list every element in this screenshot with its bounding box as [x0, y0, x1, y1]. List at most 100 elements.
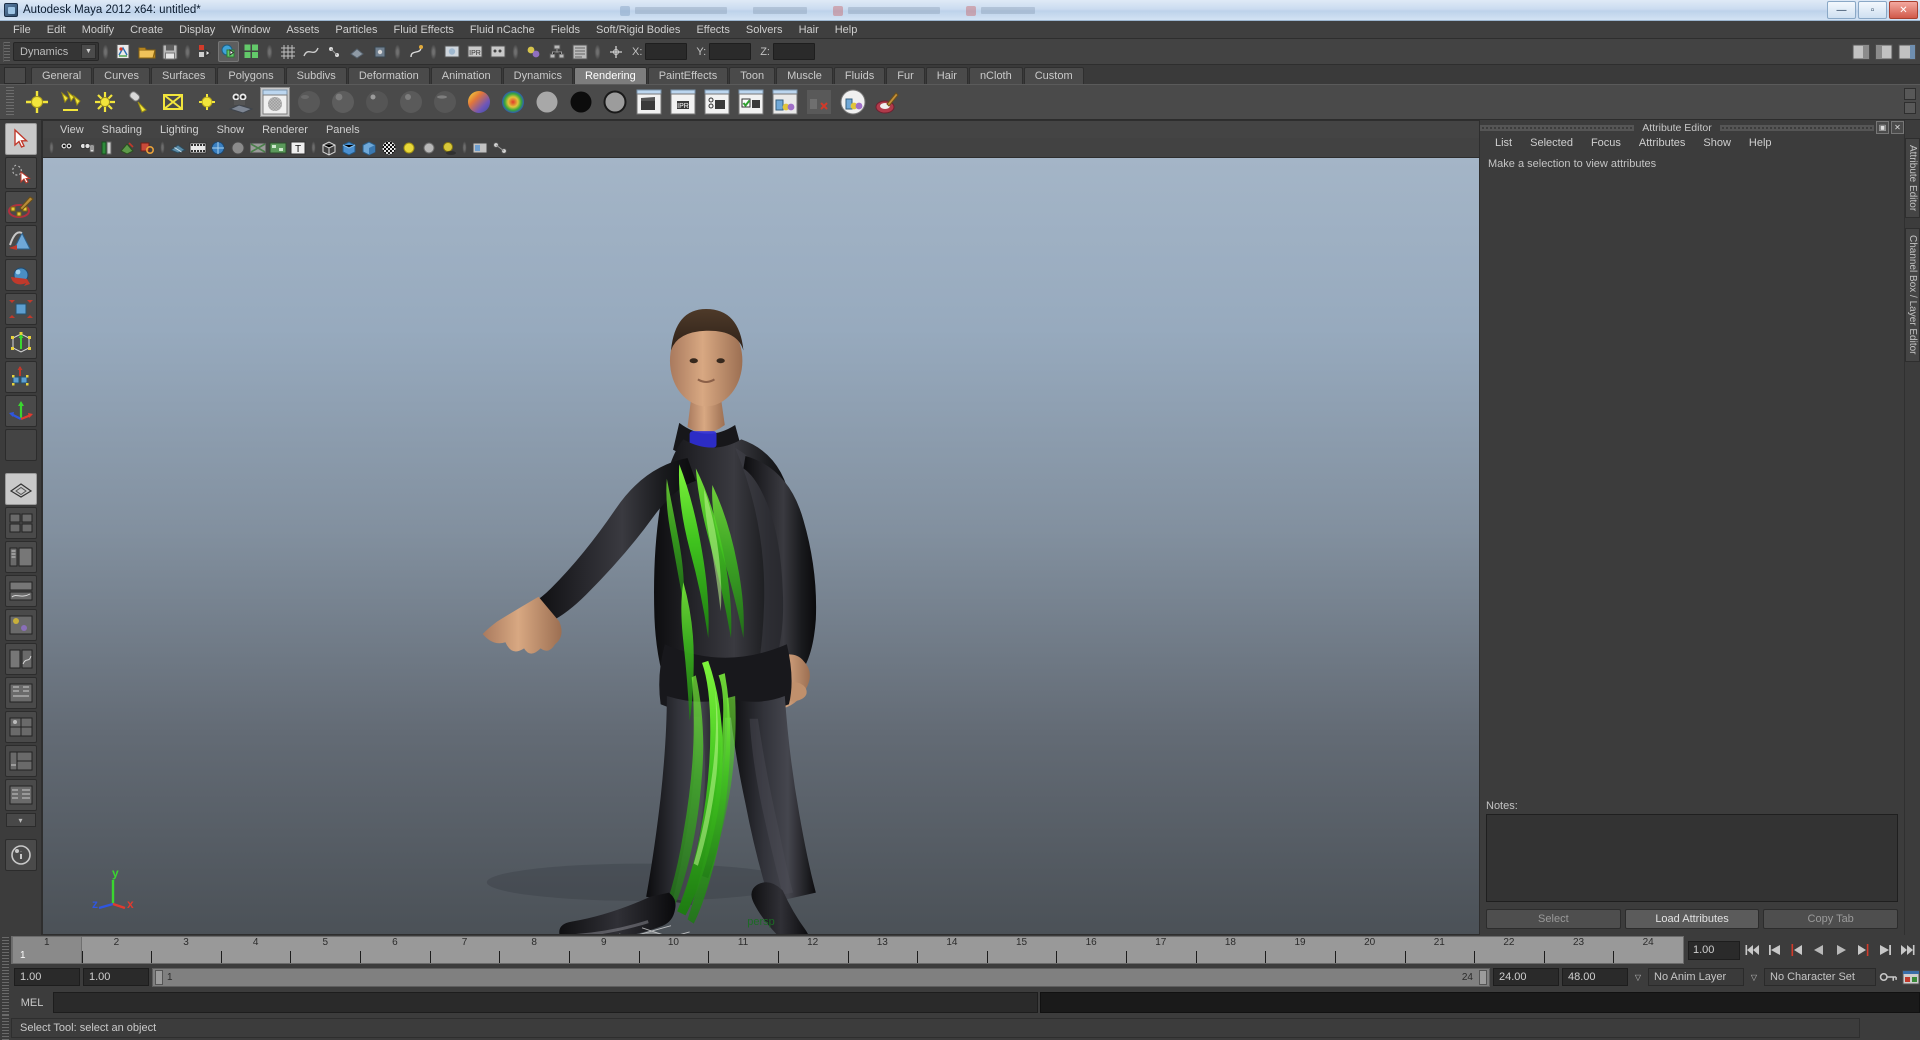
shadows-icon[interactable]	[440, 139, 458, 156]
shading-map-icon[interactable]	[600, 87, 630, 117]
attribute-editor-menu-selected[interactable]: Selected	[1521, 135, 1582, 152]
playback-start-time-field[interactable]: 1.00	[83, 968, 149, 986]
snap-point-icon[interactable]	[323, 41, 344, 62]
blinn-material-icon[interactable]	[328, 87, 358, 117]
step-back-frame-icon[interactable]	[1787, 941, 1806, 960]
snap-live-icon[interactable]	[369, 41, 390, 62]
render-layers-icon[interactable]	[770, 87, 800, 117]
shelf-scroll-down-icon[interactable]	[1904, 102, 1916, 114]
notes-textarea[interactable]	[1486, 814, 1898, 902]
menu-item-file[interactable]: File	[5, 21, 39, 39]
menu-set-selector[interactable]: Dynamics ▼	[13, 42, 99, 61]
minimize-button[interactable]: —	[1827, 1, 1856, 19]
animation-start-time-field[interactable]: 1.00	[14, 968, 80, 986]
outliner-persp-layout[interactable]	[4, 541, 37, 573]
go-to-start-icon[interactable]	[1743, 941, 1762, 960]
menu-item-effects[interactable]: Effects	[688, 21, 737, 39]
chevron-down-icon[interactable]: ▼	[81, 44, 96, 59]
rotate-tool[interactable]	[4, 259, 37, 291]
phongE-material-icon[interactable]	[396, 87, 426, 117]
coord-x-field[interactable]	[645, 43, 688, 60]
shelf-tab-general[interactable]: General	[31, 67, 93, 84]
attribute-editor-menu-focus[interactable]: Focus	[1582, 135, 1630, 152]
shelf-tab-ncloth[interactable]: nCloth	[968, 67, 1023, 84]
ipr-batch-render-icon[interactable]: IPR	[668, 87, 698, 117]
shelf-tab-polygons[interactable]: Polygons	[217, 67, 285, 84]
resolution-gate-icon[interactable]	[209, 139, 227, 156]
ambient-light-icon[interactable]	[192, 87, 222, 117]
use-default-light-icon[interactable]	[400, 139, 418, 156]
shelf-tab-custom[interactable]: Custom	[1023, 67, 1084, 84]
smooth-shade-all-icon[interactable]	[340, 139, 358, 156]
move-tool[interactable]	[4, 395, 37, 427]
text-toggle-icon[interactable]: T	[289, 139, 307, 156]
directional-light-icon[interactable]	[56, 87, 86, 117]
viewport-menu-show[interactable]: Show	[208, 121, 254, 139]
range-slider[interactable]: 1 24	[152, 967, 1490, 987]
attribute-editor-menu-list[interactable]: List	[1486, 135, 1521, 152]
select-by-object-icon[interactable]	[218, 41, 239, 62]
new-scene-icon[interactable]	[113, 41, 134, 62]
snap-grid-icon[interactable]	[277, 41, 298, 62]
render-settings-icon[interactable]	[487, 41, 508, 62]
isolate-select-icon[interactable]	[471, 139, 489, 156]
help-line-grip[interactable]	[2, 1015, 9, 1040]
command-language-label[interactable]: MEL	[11, 997, 53, 1009]
ramp-shader-icon[interactable]	[464, 87, 494, 117]
range-slider-left-handle[interactable]	[155, 969, 163, 985]
statusline-grip[interactable]	[3, 41, 10, 62]
step-back-keyframe-icon[interactable]	[1765, 941, 1784, 960]
grid-toggle-icon[interactable]	[169, 139, 187, 156]
render-current-frame-icon[interactable]	[441, 41, 462, 62]
attribute-editor-menu-attributes[interactable]: Attributes	[1630, 135, 1694, 152]
batch-render-icon[interactable]	[634, 87, 664, 117]
snap-curve-icon[interactable]	[300, 41, 321, 62]
area-light-icon[interactable]	[158, 87, 188, 117]
command-line-grip[interactable]	[2, 989, 9, 1016]
close-button[interactable]: ✕	[1889, 1, 1918, 19]
hypergraph-icon[interactable]	[546, 41, 567, 62]
menu-item-create[interactable]: Create	[122, 21, 171, 39]
menu-item-fluid-ncache[interactable]: Fluid nCache	[462, 21, 543, 39]
viewport-menu-panels[interactable]: Panels	[317, 121, 369, 139]
animation-end-time-field[interactable]: 48.00	[1562, 968, 1628, 986]
render-sequence-icon[interactable]	[702, 87, 732, 117]
spotlight-cone-icon[interactable]	[124, 87, 154, 117]
coord-z-field[interactable]	[772, 43, 815, 60]
show-channel-box-icon[interactable]	[1896, 41, 1917, 62]
menu-item-modify[interactable]: Modify	[74, 21, 122, 39]
last-tool-used[interactable]	[4, 429, 37, 461]
viewport-menu-renderer[interactable]: Renderer	[253, 121, 317, 139]
menu-item-fluid-effects[interactable]: Fluid Effects	[386, 21, 462, 39]
shelf-tab-deformation[interactable]: Deformation	[347, 67, 430, 84]
viewport-menu-shading[interactable]: Shading	[93, 121, 151, 139]
panel-drag-dots-right[interactable]	[1719, 124, 1875, 131]
use-all-lights-icon[interactable]	[420, 139, 438, 156]
phong-material-icon[interactable]	[362, 87, 392, 117]
menu-item-help[interactable]: Help	[827, 21, 866, 39]
point-light-icon[interactable]	[22, 87, 52, 117]
shelf-tab-animation[interactable]: Animation	[430, 67, 502, 84]
show-manipulator-toggle-icon[interactable]	[605, 41, 626, 62]
tab-attribute-editor[interactable]: Attribute Editor	[1905, 138, 1920, 219]
animation-preferences-icon[interactable]	[1901, 968, 1920, 987]
attribute-editor-menu-help[interactable]: Help	[1740, 135, 1781, 152]
time-slider[interactable]: 1 1 2 3 4 5 6 7 8 9 10 11 12 13 14 15 16 17 18 19 20 21 22 23 24	[11, 936, 1684, 964]
character-set-chevron-icon[interactable]: ▽	[1747, 968, 1761, 986]
hypershade-icon[interactable]	[523, 41, 544, 62]
step-forward-frame-icon[interactable]	[1853, 941, 1872, 960]
snap-view-plane-icon[interactable]	[346, 41, 367, 62]
scale-tool[interactable]	[4, 293, 37, 325]
shelf-grip[interactable]	[6, 87, 14, 117]
play-backwards-icon[interactable]	[1809, 941, 1828, 960]
menu-item-fields[interactable]: Fields	[543, 21, 588, 39]
viewport-menu-lighting[interactable]: Lighting	[151, 121, 208, 139]
go-to-end-icon[interactable]	[1897, 941, 1916, 960]
spot-light-icon[interactable]	[90, 87, 120, 117]
shelf-tab-painteffects[interactable]: PaintEffects	[647, 67, 729, 84]
shelf-tab-hair[interactable]: Hair	[925, 67, 968, 84]
perspective-viewport[interactable]: y z x persp	[42, 157, 1480, 935]
use-background-icon[interactable]	[566, 87, 596, 117]
shelf-options-button[interactable]	[4, 67, 26, 84]
select-button[interactable]: Select	[1486, 909, 1621, 929]
